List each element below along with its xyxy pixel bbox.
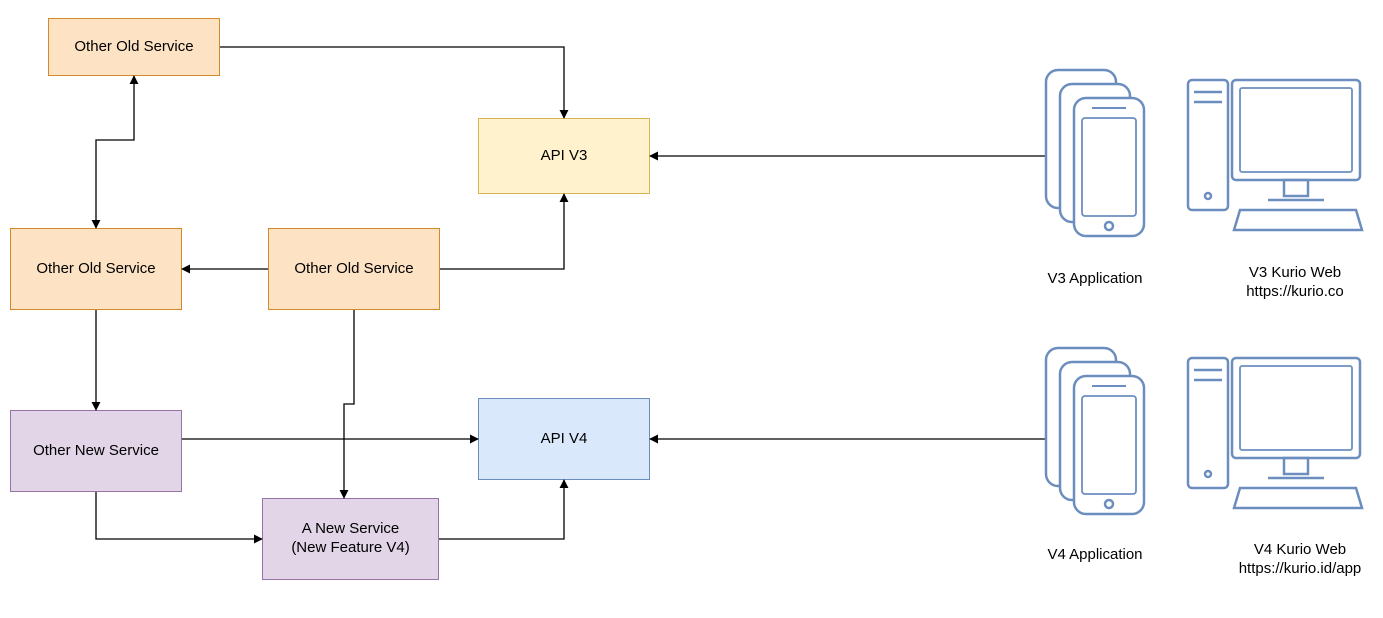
label-v3-kurio-web: V3 Kurio Web https://kurio.co (1215, 243, 1375, 302)
desktop-icon-v4 (1188, 358, 1362, 508)
node-new-service-feature-v4: A New Service (New Feature V4) (262, 498, 439, 580)
edge-new-feature-to-api-v4 (439, 480, 564, 539)
edge-new-svc-to-new-feature (96, 492, 262, 539)
label-v4-kurio-web: V4 Kurio Web https://kurio.id/app (1215, 520, 1383, 579)
node-other-old-service-top: Other Old Service (48, 18, 220, 76)
node-label: API V3 (541, 147, 588, 166)
node-label: Other New Service (33, 442, 159, 461)
diagram-canvas: Other Old Service Other Old Service Othe… (0, 0, 1383, 618)
node-label: API V4 (541, 430, 588, 449)
edge-old-svc-left-to-top (96, 76, 134, 228)
edge-old-svc-top-to-api-v3 (220, 47, 564, 118)
node-other-old-service-mid: Other Old Service (268, 228, 440, 310)
node-label: A New Service (New Feature V4) (291, 520, 409, 558)
node-label: Other Old Service (36, 260, 155, 279)
node-other-old-service-left: Other Old Service (10, 228, 182, 310)
node-api-v3: API V3 (478, 118, 650, 194)
edge-old-svc-mid-to-api-v3 (440, 194, 564, 269)
node-api-v4: API V4 (478, 398, 650, 480)
node-label: Other Old Service (74, 38, 193, 57)
phones-icon-v3 (1046, 70, 1144, 236)
label-v4-application: V4 Application (1025, 525, 1165, 564)
phones-icon-v4 (1046, 348, 1144, 514)
desktop-icon-v3 (1188, 80, 1362, 230)
edge-old-svc-mid-to-new-feature (344, 310, 354, 498)
label-v3-application: V3 Application (1025, 249, 1165, 288)
node-label: Other Old Service (294, 260, 413, 279)
node-other-new-service: Other New Service (10, 410, 182, 492)
